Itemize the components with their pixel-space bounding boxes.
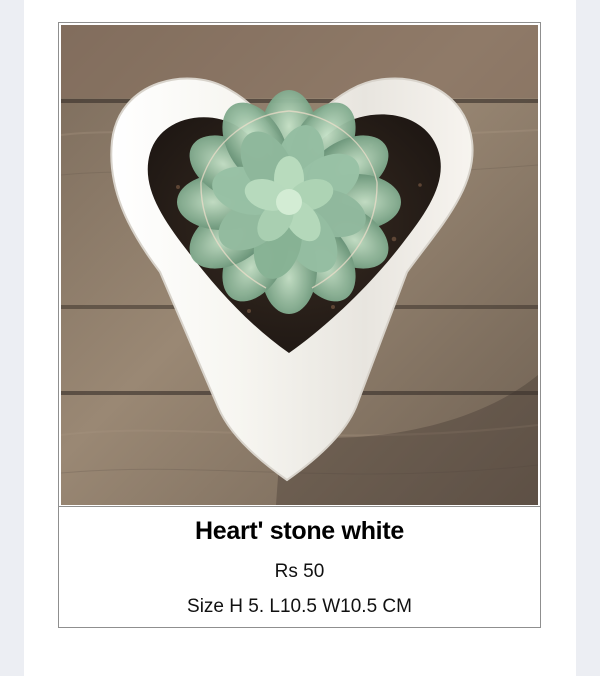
product-title[interactable]: Heart' stone white (59, 516, 540, 546)
page-background: Heart' stone white Rs 50 Size H 5. L10.5… (24, 0, 576, 676)
product-image[interactable] (61, 25, 538, 505)
card-divider (59, 506, 540, 507)
product-size: Size H 5. L10.5 W10.5 CM (187, 596, 412, 617)
product-price: Rs 50 (274, 561, 325, 582)
succulent-in-heart-pot-image (61, 25, 538, 505)
product-card[interactable]: Heart' stone white Rs 50 Size H 5. L10.5… (58, 22, 541, 628)
